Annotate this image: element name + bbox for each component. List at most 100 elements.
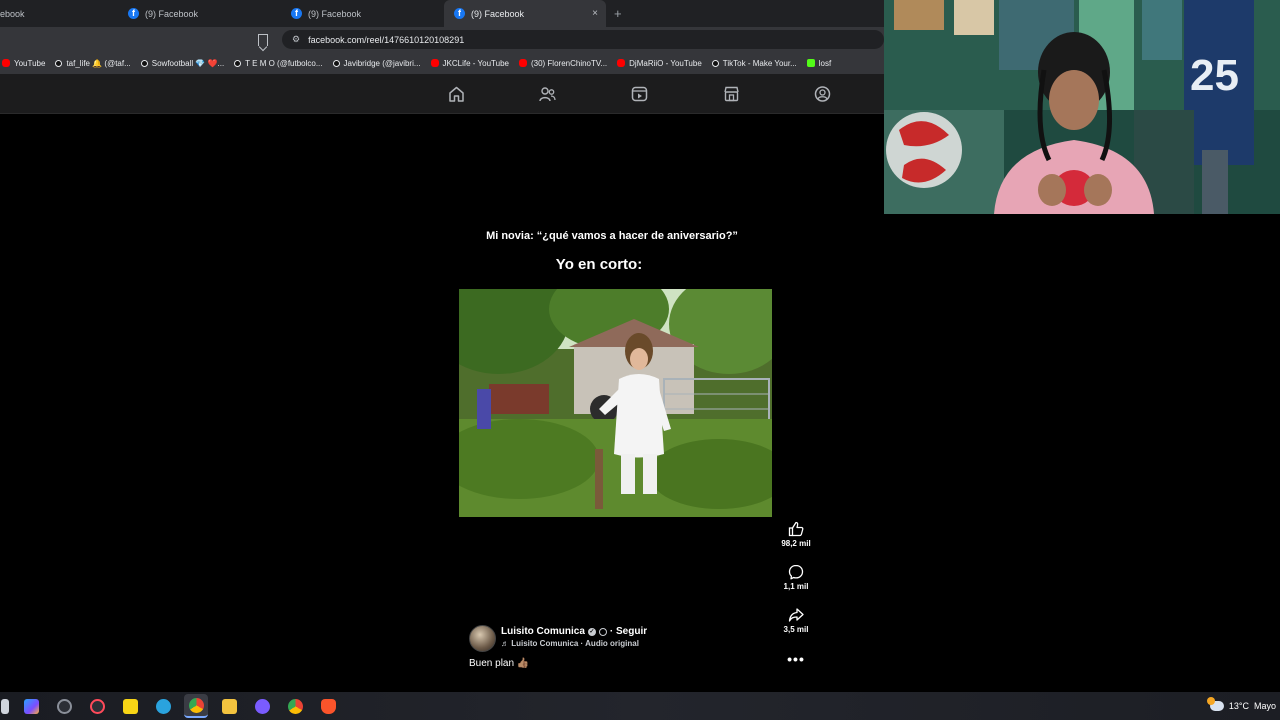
bookmark-label: taf_life 🔔 (@taf...	[66, 58, 131, 68]
temperature[interactable]: 13°C	[1229, 701, 1249, 711]
thumbs-up-icon	[788, 521, 804, 537]
more-icon: •••	[787, 651, 805, 667]
start-button[interactable]	[0, 694, 10, 718]
marketplace-icon[interactable]	[723, 86, 740, 102]
bookmark-label: DjMaRiiO - YouTube	[629, 58, 702, 68]
audio-line[interactable]: ♬ Luisito Comunica · Audio original	[501, 639, 647, 648]
tiktok-icon	[711, 59, 719, 67]
bookmark-icon[interactable]	[258, 33, 268, 46]
reel-video[interactable]	[459, 289, 772, 517]
youtube-icon	[2, 59, 10, 67]
bookmark-label: (30) FlorenChinoTV...	[530, 58, 608, 68]
taskbar-app[interactable]	[151, 694, 175, 718]
taskbar-app[interactable]	[250, 694, 274, 718]
tab-label: ebook	[0, 8, 25, 19]
site-info-icon[interactable]: ⚙	[292, 34, 300, 45]
new-tab-button[interactable]: +	[606, 0, 630, 27]
brave-icon	[320, 698, 336, 714]
screen: ebook f (9) Facebook f (9) Facebook f (9…	[0, 0, 1280, 720]
facebook-top-nav	[0, 74, 884, 114]
home-icon[interactable]	[448, 86, 465, 102]
browser-tab-active[interactable]: f (9) Facebook ×	[444, 0, 606, 27]
browser-tab[interactable]: ebook	[0, 0, 118, 27]
cursor-icon	[1, 698, 9, 714]
like-count: 98,2 mil	[781, 539, 811, 548]
taskbar-app[interactable]	[19, 694, 43, 718]
friends-icon[interactable]	[539, 86, 556, 102]
obs-icon	[56, 698, 72, 714]
like-button[interactable]: 98,2 mil	[776, 521, 816, 548]
reel-author: Luisito Comunica ✓ · Seguir ♬ Luisito Co…	[469, 625, 647, 652]
facebook-icon: f	[291, 8, 302, 19]
bookmark-label: JKCLife - YouTube	[442, 58, 509, 68]
chrome-icon	[188, 697, 204, 713]
reel-caption-main: Yo en corto:	[555, 256, 643, 273]
bookmark-item[interactable]: DjMaRiiO - YouTube	[617, 59, 702, 68]
youtube-icon	[617, 59, 626, 67]
taskbar-app[interactable]	[52, 694, 76, 718]
bookmark-item[interactable]: TikTok - Make Your...	[711, 59, 797, 68]
system-tray: 13°C Mayo	[1206, 692, 1280, 720]
comment-icon	[788, 564, 804, 580]
address-bar-row: ⚙ facebook.com/reel/1476610120108291	[0, 27, 884, 52]
file-explorer-icon	[221, 698, 237, 714]
share-icon	[788, 608, 804, 622]
weather-icon[interactable]	[1206, 697, 1224, 711]
bookmarks-bar: YouTube taf_life 🔔 (@taf... Sowfootball …	[0, 52, 884, 74]
record-app-icon	[89, 698, 105, 714]
close-tab-icon[interactable]: ×	[592, 8, 598, 19]
bookmark-label: T E M O (@futbolco...	[245, 58, 323, 68]
author-line: Luisito Comunica ✓ · Seguir	[501, 626, 647, 637]
bookmark-item[interactable]: T E M O (@futbolco...	[234, 58, 323, 68]
taskbar-app[interactable]	[118, 694, 142, 718]
reel-caption-top: Mi novia: “¿qué vamos a hacer de anivers…	[486, 230, 738, 242]
bookmark-item[interactable]: Javibridge (@javibri...	[332, 58, 421, 68]
chrome-icon	[287, 698, 303, 714]
weather-text[interactable]: Mayo	[1254, 701, 1276, 711]
browser-tab[interactable]: f (9) Facebook	[281, 0, 444, 27]
taskbar-app[interactable]	[85, 694, 109, 718]
audio-label: ♬ Luisito Comunica · Audio original	[501, 639, 639, 648]
taskbar-app[interactable]	[217, 694, 241, 718]
webcam-overlay: 25	[884, 0, 1280, 214]
author-info: Luisito Comunica ✓ · Seguir ♬ Luisito Co…	[501, 625, 647, 652]
facebook-icon: f	[128, 8, 139, 19]
globe-icon	[598, 627, 607, 636]
browser-tab-strip: ebook f (9) Facebook f (9) Facebook f (9…	[0, 0, 884, 27]
bookmark-item[interactable]: YouTube	[2, 59, 45, 68]
taskbar-app[interactable]	[283, 694, 307, 718]
taskbar-app[interactable]	[316, 694, 340, 718]
profile-icon[interactable]	[814, 86, 831, 102]
share-button[interactable]: 3,5 mil	[776, 607, 816, 634]
bookmark-item[interactable]: losf	[806, 59, 831, 68]
webcam-image: 25	[884, 0, 1280, 214]
bookmark-label: YouTube	[14, 58, 46, 68]
discord-icon	[254, 698, 270, 714]
tiktok-icon	[140, 59, 148, 67]
bookmark-item[interactable]: (30) FlorenChinoTV...	[518, 58, 608, 68]
taskbar-app-active[interactable]	[184, 694, 208, 718]
address-bar[interactable]: ⚙ facebook.com/reel/1476610120108291	[282, 30, 884, 49]
comment-button[interactable]: 1,1 mil	[776, 564, 816, 591]
video-icon[interactable]	[631, 86, 648, 102]
url-text[interactable]: facebook.com/reel/1476610120108291	[308, 35, 464, 45]
bookmark-item[interactable]: Sowfootball 💎 ❤️...	[140, 59, 224, 68]
youtube-icon	[518, 59, 527, 67]
tab-label: (9) Facebook	[308, 8, 362, 19]
follow-button[interactable]: · Seguir	[610, 626, 647, 637]
author-name[interactable]: Luisito Comunica	[501, 626, 585, 637]
tab-label: (9) Facebook	[471, 8, 525, 19]
copilot-icon	[23, 698, 39, 714]
bookmark-item[interactable]: JKCLife - YouTube	[430, 58, 509, 68]
bookmark-item[interactable]: taf_life 🔔 (@taf...	[55, 58, 131, 68]
kick-icon	[806, 59, 815, 67]
browser-tab[interactable]: f (9) Facebook	[118, 0, 281, 27]
bookmark-label: Javibridge (@javibri...	[343, 58, 421, 68]
tiktok-icon	[332, 59, 340, 67]
more-options-button[interactable]: •••	[776, 652, 816, 666]
avatar[interactable]	[469, 625, 496, 652]
video-scene-image	[459, 289, 772, 517]
tiktok-icon	[55, 59, 63, 67]
share-count: 3,5 mil	[783, 625, 809, 634]
tab-label: (9) Facebook	[145, 8, 199, 19]
